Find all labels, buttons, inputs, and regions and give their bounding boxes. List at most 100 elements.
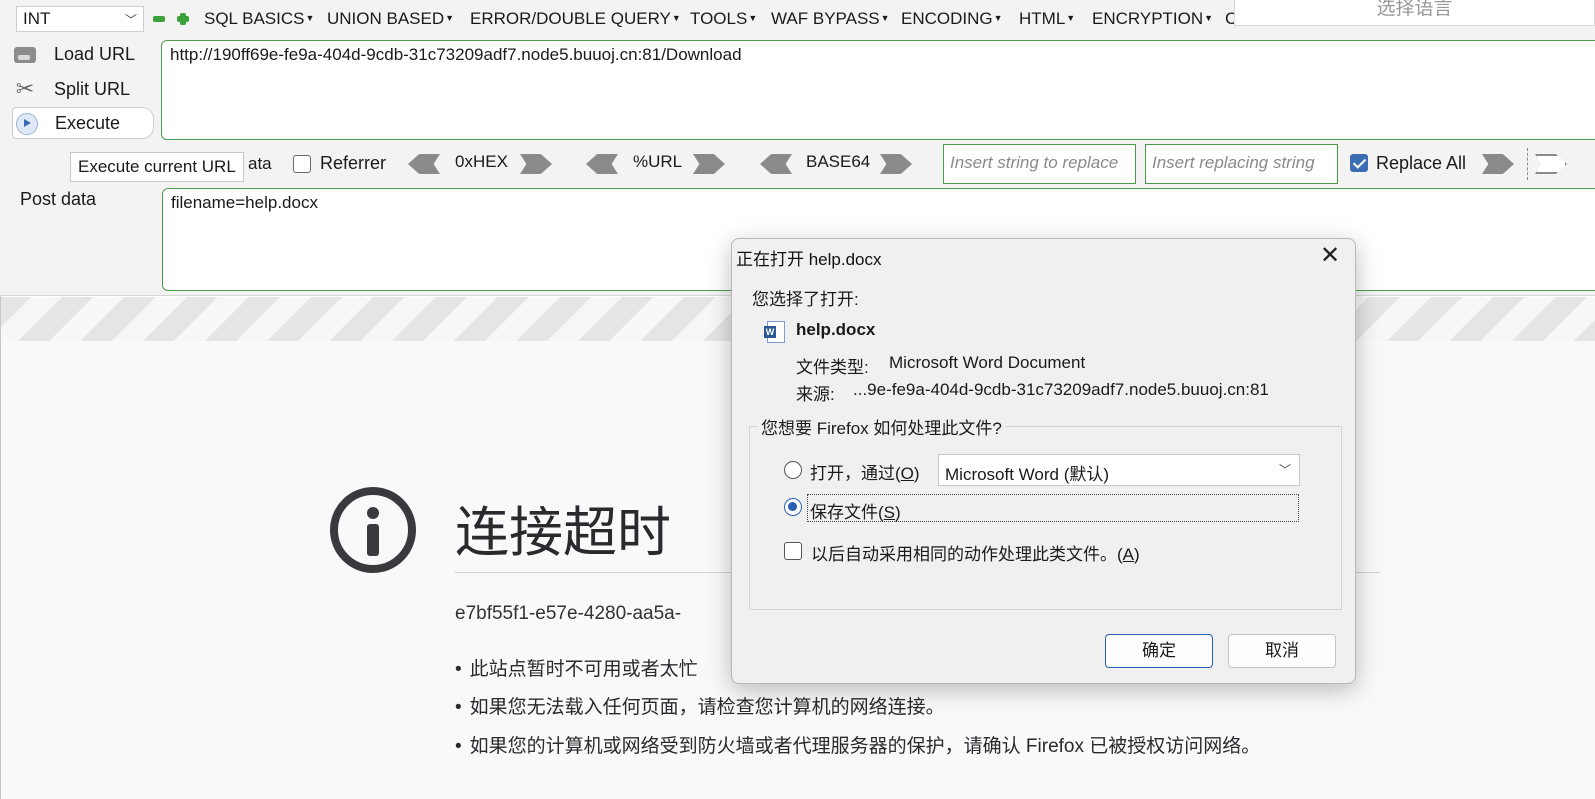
menu-label: WAF BYPASS [771,9,880,28]
menu-label: ERROR/DOUBLE QUERY [470,9,671,28]
replace-all-checkbox[interactable] [1350,154,1368,172]
action-group: 您想要 Firefox 如何处理此文件? 打开，通过(O) Microsoft … [749,414,1342,610]
open-with-app-select[interactable]: Microsoft Word (默认) ﹀ [938,454,1300,486]
type-select-value: INT [23,9,51,28]
auto-action-checkbox[interactable] [784,542,802,560]
url-value: http://190ff69e-fe9a-404d-9cdb-31c73209a… [170,45,742,64]
disk-icon [12,41,38,67]
save-file-label[interactable]: 保存文件(S) [807,494,1299,522]
menu-label: HTML [1019,9,1066,28]
base64-encode-arrow-icon[interactable] [880,154,912,174]
caret-down-icon: ▼ [671,13,681,23]
source-label: 来源: [796,385,835,404]
url-encode-label: %URL [633,152,683,171]
execute-label: Execute [55,112,121,133]
menu-union-based[interactable]: UNION BASED▼ [327,9,454,29]
menu-label: ENCODING [901,9,993,28]
error-bullet: 此站点暂时不可用或者太忙 [455,654,698,681]
save-file-accesskey: S [883,503,896,522]
split-url-label: Split URL [54,78,131,99]
open-with-accesskey: O [900,464,914,483]
auto-action-label[interactable]: 以后自动采用相同的动作处理此类文件。(A) [811,540,1140,565]
options-row: Execute current URL ata Referrer 0xHEX %… [0,144,1595,184]
base64-label: BASE64 [806,152,871,171]
auto-action-accesskey: A [1122,545,1135,564]
url-decode-arrow-icon[interactable] [586,154,618,174]
language-selector-label: 选择语言 [1376,0,1453,19]
replace-next-arrow-icon[interactable] [1535,154,1567,174]
close-icon[interactable]: ✕ [1313,241,1347,271]
error-bullet: 如果您的计算机或网络受到防火墙或者代理服务器的保护，请确认 Firefox 已被… [455,731,1261,758]
minus-icon[interactable] [153,13,165,25]
open-with-radio[interactable] [784,461,802,479]
menu-encoding[interactable]: ENCODING▼ [901,9,1003,29]
load-url-label: Load URL [54,43,136,64]
url-textarea[interactable]: http://190ff69e-fe9a-404d-9cdb-31c73209a… [161,40,1595,140]
post-data-label: Post data [20,189,97,209]
file-type-value: Microsoft Word Document [889,353,1086,372]
execute-button[interactable]: Execute [12,107,154,139]
open-file-dialog: 正在打开 help.docx ✕ 您选择了打开: help.docx 文件类型:… [731,238,1356,684]
scissors-icon: ✂ [15,76,35,101]
hex-label: 0xHEX [455,152,508,171]
base64-decode-arrow-icon[interactable] [760,154,792,174]
menu-waf-bypass[interactable]: WAF BYPASS▼ [771,9,890,29]
action-group-title: 您想要 Firefox 如何处理此文件? [758,414,1005,439]
hex-decode-arrow-icon[interactable] [408,154,440,174]
caret-down-icon: ▼ [1204,13,1214,23]
menu-sql-basics[interactable]: SQL BASICS▼ [204,9,314,29]
caret-down-icon: ▼ [445,13,455,23]
replace-from-input[interactable]: Insert string to replace [943,144,1136,184]
caret-down-icon: ▼ [993,13,1003,23]
replace-arrow-icon[interactable] [1482,154,1514,174]
post-data-value: filename=help.docx [171,193,318,212]
replace-to-input[interactable]: Insert replacing string [1145,144,1338,184]
chose-label: 您选择了打开: [752,290,859,309]
menu-encryption[interactable]: ENCRYPTION▼ [1092,9,1213,29]
separator [1527,148,1528,180]
hackbar-menubar: INT ﹀ SQL BASICS▼ UNION BASED▼ ERROR/DOU… [0,0,1595,36]
dialog-filename: help.docx [796,320,876,339]
source-value: ...9e-fe9a-404d-9cdb-31c73209adf7.node5.… [853,380,1269,399]
error-id: e7bf55f1-e57e-4280-aa5a- [455,603,682,624]
info-icon-dot [367,507,379,519]
type-select[interactable]: INT ﹀ [16,6,144,32]
menu-label: UNION BASED [327,9,445,28]
language-selector[interactable]: 选择语言 [1234,0,1595,26]
info-icon-bar [367,524,379,556]
file-type-label: 文件类型: [796,358,869,377]
caret-down-icon: ▼ [1066,13,1076,23]
replace-all-label: Replace All [1376,153,1467,173]
ok-button[interactable]: 确定 [1105,634,1213,668]
save-file-radio[interactable] [784,498,802,516]
info-icon [330,487,416,573]
plus-icon[interactable] [177,13,189,25]
open-with-label[interactable]: 打开，通过(O) [810,459,920,484]
save-file-text: 保存文件 [810,503,878,522]
hex-encode-arrow-icon[interactable] [520,154,552,174]
menu-error-double-query[interactable]: ERROR/DOUBLE QUERY▼ [470,9,681,29]
post-data-checkbox-label[interactable]: ata [248,154,272,174]
word-document-icon [764,321,785,343]
play-icon [13,110,39,136]
open-with-app-value: Microsoft Word (默认) [945,465,1110,484]
split-url-button[interactable]: ✂ Split URL [12,73,130,105]
error-bullet: 如果您无法载入任何页面，请检查您计算机的网络连接。 [455,692,945,719]
error-title: 连接超时 [455,501,671,564]
caret-down-icon: ▼ [880,13,890,23]
menu-label: ENCRYPTION [1092,9,1204,28]
menu-html[interactable]: HTML▼ [1019,9,1075,29]
open-with-text: 打开，通过 [810,464,895,483]
menu-label: SQL BASICS [204,9,305,28]
menu-label: TOOLS [690,9,748,28]
cancel-button[interactable]: 取消 [1228,634,1336,668]
url-encode-arrow-icon[interactable] [693,154,725,174]
load-url-button[interactable]: Load URL [12,38,135,70]
referrer-checkbox[interactable] [293,155,311,173]
chevron-down-icon: ﹀ [1278,463,1291,477]
auto-action-text: 以后自动采用相同的动作处理此类文件。 [811,545,1117,564]
dialog-title: 正在打开 help.docx [736,250,882,269]
menu-tools[interactable]: TOOLS▼ [690,9,757,29]
caret-down-icon: ▼ [748,13,758,23]
caret-down-icon: ▼ [305,13,315,23]
